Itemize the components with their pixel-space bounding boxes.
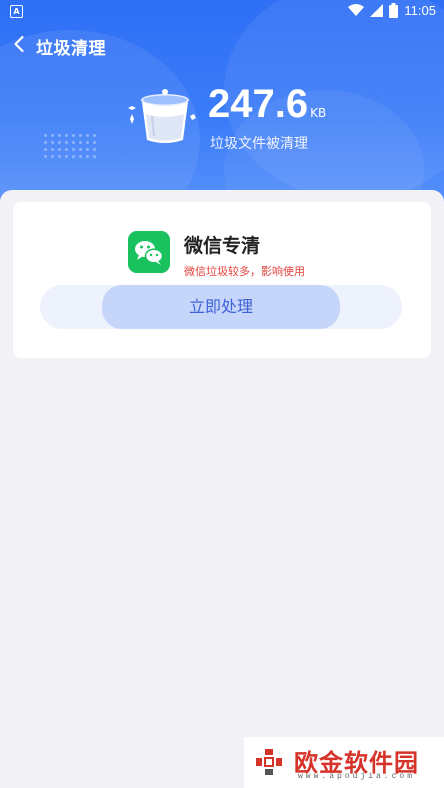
process-now-button[interactable]: 立即处理 xyxy=(40,285,402,329)
cleaned-subtitle: 垃圾文件被清理 xyxy=(210,136,308,152)
nav-bar: 垃圾清理 xyxy=(0,30,444,60)
status-icons: 11:05 xyxy=(348,3,436,18)
wechat-clean-card: 微信专清 微信垃圾较多，影响使用 立即处理 xyxy=(13,202,431,358)
status-time: 11:05 xyxy=(404,3,436,18)
card-warning-text: 微信垃圾较多，影响使用 xyxy=(184,265,305,278)
watermark-logo-icon xyxy=(256,749,282,775)
card-title: 微信专清 xyxy=(184,235,261,257)
cleaned-size-unit: KB xyxy=(310,106,327,120)
decor-dot-grid xyxy=(44,134,100,160)
signal-icon xyxy=(370,4,384,17)
wifi-icon xyxy=(348,4,365,16)
page-title: 垃圾清理 xyxy=(36,39,106,59)
status-bar: A 11:05 xyxy=(0,0,444,22)
app-notification-icon: A xyxy=(10,5,23,18)
content-area: 微信专清 微信垃圾较多，影响使用 立即处理 xyxy=(0,190,444,788)
process-now-label: 立即处理 xyxy=(188,297,253,316)
watermark: 欧金软件园 www.apoujia.com xyxy=(244,737,444,788)
wechat-icon xyxy=(128,231,170,273)
back-arrow-icon[interactable] xyxy=(10,34,30,54)
trash-bucket-icon xyxy=(128,89,196,143)
cleaned-size-value: 247.6 xyxy=(208,82,309,126)
battery-icon xyxy=(389,3,399,18)
watermark-url: www.apoujia.com xyxy=(298,772,416,781)
cleaned-amount: 247.6 KB xyxy=(208,82,326,126)
